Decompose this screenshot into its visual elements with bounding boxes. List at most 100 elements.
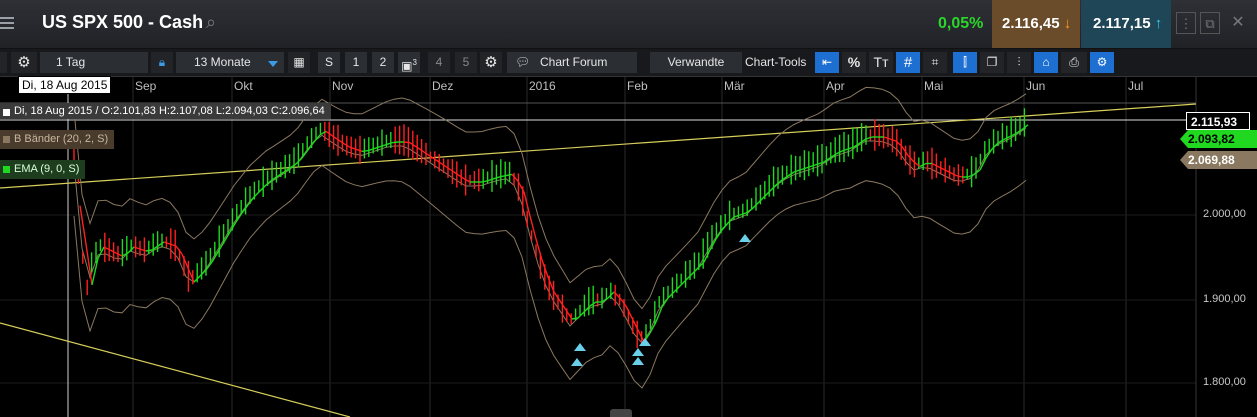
signal-marker-icon xyxy=(571,358,583,366)
layout-3-icon: ▣ xyxy=(401,59,413,73)
ema-segment xyxy=(199,269,207,277)
chart-forum-button[interactable]: 💬︎ Chart Forum xyxy=(507,52,637,73)
ema-segment xyxy=(949,171,957,177)
ema-segment xyxy=(883,136,891,140)
ema-segment xyxy=(535,238,543,261)
month-label: Sep xyxy=(135,79,157,93)
ema-indicator-label[interactable]: EMA (9, 0, S) xyxy=(0,160,86,179)
ema-segment xyxy=(181,253,189,269)
layout-1-button[interactable]: 1 xyxy=(345,52,367,73)
scroll-handle-icon[interactable]: ⋮ xyxy=(1176,12,1196,34)
ema-segment xyxy=(133,246,141,250)
ohlc-legend[interactable]: Di, 18 Aug 2015 / O:2.101,83 H:2.107,08 … xyxy=(0,103,331,119)
ema-segment xyxy=(907,155,915,163)
month-label: 2016 xyxy=(529,79,556,93)
signal-marker-icon xyxy=(574,343,586,351)
crosshair-grid-icon[interactable]: ⌗ xyxy=(923,52,947,73)
signal-marker-icon xyxy=(739,234,751,242)
support-trendline xyxy=(0,322,351,417)
ema-segment xyxy=(205,261,213,271)
month-label: Jul xyxy=(1128,79,1144,93)
calendar-icon[interactable]: ▦ xyxy=(288,52,310,73)
text-tool-button[interactable]: Tт xyxy=(869,52,893,73)
popout-icon[interactable]: ⧉ xyxy=(1200,12,1220,34)
ema-segment xyxy=(511,173,519,182)
ema-segment xyxy=(577,311,585,319)
ema-segment xyxy=(391,141,399,144)
ema-segment xyxy=(163,241,171,245)
middle-band xyxy=(73,127,1027,344)
ema-segment xyxy=(841,148,849,152)
month-label: Nov xyxy=(332,79,354,93)
ema-segment xyxy=(955,174,963,178)
interval-select[interactable]: 1 Tag xyxy=(40,52,148,73)
percent-button[interactable]: % xyxy=(842,52,866,73)
ema-segment xyxy=(421,150,429,156)
ema-segment xyxy=(505,173,513,177)
panel-toggle[interactable] xyxy=(0,52,7,73)
layout-s-button[interactable]: S xyxy=(318,52,340,73)
back-arrow-icon[interactable]: ⇤ xyxy=(815,52,839,73)
ema-segment xyxy=(445,166,453,172)
price-change: 0,05% xyxy=(938,15,984,32)
bid-price-button[interactable]: 2.116,45 ↓ xyxy=(992,0,1080,48)
layout-5-button[interactable]: 5 xyxy=(455,52,477,73)
ema-segment xyxy=(805,165,813,169)
window-controls: ⋮ ⧉ ✕ xyxy=(1172,0,1257,48)
price-chart[interactable] xyxy=(0,77,1257,417)
print-icon[interactable]: ⎙ xyxy=(1061,52,1087,73)
ema-color-icon xyxy=(3,166,10,173)
menu-icon[interactable] xyxy=(0,14,14,32)
close-icon[interactable]: ✕ xyxy=(1228,12,1248,34)
range-value: 13 Monate xyxy=(194,55,251,69)
windows-icon[interactable]: ❐ xyxy=(980,52,1004,73)
candle-icon[interactable]: ⫿ xyxy=(953,52,977,73)
lower-band xyxy=(73,164,1027,389)
range-select[interactable]: 13 Monate xyxy=(176,52,284,73)
month-label: Feb xyxy=(627,79,648,93)
series-square-icon xyxy=(3,109,10,116)
verwandte-button[interactable]: Verwandte xyxy=(650,52,742,73)
bid-arrow-icon: ↓ xyxy=(1063,15,1072,32)
bid-price: 2.116,45 xyxy=(1002,15,1060,32)
layout-3-button[interactable]: ▣3 xyxy=(398,52,420,73)
ema-text: EMA (9, 0, S) xyxy=(14,163,80,175)
ema-segment xyxy=(487,178,495,182)
ask-price-button[interactable]: 2.117,15 ↑ xyxy=(1081,0,1171,48)
ema-segment xyxy=(157,241,165,247)
layout-2-button[interactable]: 2 xyxy=(372,52,394,73)
upper-band xyxy=(73,86,1027,310)
month-label: Dez xyxy=(432,79,454,93)
ask-price: 2.117,15 xyxy=(1093,15,1151,32)
month-label: Mai xyxy=(924,79,944,93)
chart-settings-gear-icon[interactable]: ⚙ xyxy=(480,52,502,73)
ema-segment xyxy=(361,150,369,152)
layout-4-button[interactable]: 4 xyxy=(428,52,450,73)
month-label: Mär xyxy=(724,79,745,93)
chart-tools-label: Chart-Tools xyxy=(745,55,807,69)
chevron-down-icon xyxy=(268,61,278,67)
ema-segment xyxy=(403,141,411,144)
y-tick: 1.800,00 xyxy=(1203,376,1246,388)
ema-segment xyxy=(571,317,579,320)
speech-bubble-icon: 💬︎ xyxy=(515,55,531,69)
ema-segment xyxy=(247,196,255,206)
tag-icon[interactable]: ⌂ xyxy=(1034,52,1058,73)
ema-segment xyxy=(115,252,123,257)
month-label: Okt xyxy=(234,79,253,93)
tools-settings-icon[interactable]: ⚙ xyxy=(1090,52,1114,73)
bars-icon[interactable]: ⫶ xyxy=(1007,52,1031,73)
chart-forum-label: Chart Forum xyxy=(540,55,608,69)
chart-toolbar: ⚙ 1 Tag 🔒︎ 13 Monate ▦ S 1 2 ▣3 4 5 ⚙ 💬︎… xyxy=(0,49,1257,77)
chart-scroll-handle[interactable] xyxy=(610,409,632,417)
bollinger-indicator-label[interactable]: B Bänder (20, 2, S) xyxy=(0,130,115,149)
crosshair-date: Di, 18 Aug 2015 xyxy=(18,76,112,94)
ema-segment xyxy=(313,134,321,143)
bb-color-icon xyxy=(3,136,10,143)
bb-text: B Bänder (20, 2, S) xyxy=(14,133,109,145)
layout-3-sup: 3 xyxy=(412,58,417,67)
search-icon[interactable]: ⌕ xyxy=(206,12,216,33)
lock-icon[interactable]: 🔒︎ xyxy=(151,52,173,73)
grid-icon[interactable]: # xyxy=(896,52,920,73)
settings-gear-icon[interactable]: ⚙ xyxy=(11,52,37,73)
